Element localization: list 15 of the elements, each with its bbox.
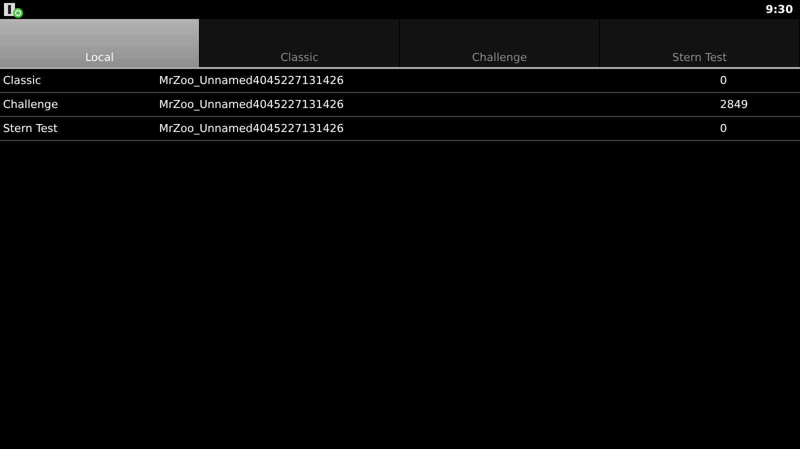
player-name: MrZoo_Unnamed4045227131426 — [159, 74, 345, 87]
player-name: MrZoo_Unnamed4045227131426 — [159, 122, 345, 135]
player-name: MrZoo_Unnamed4045227131426 — [159, 98, 345, 111]
score-value: 2849 — [720, 98, 748, 111]
tab[interactable]: Local — [0, 19, 200, 67]
clock-time: 9:30 — [766, 3, 793, 16]
mode-name: Stern Test — [2, 122, 59, 135]
score-value: 0 — [720, 122, 727, 135]
tab[interactable]: Classic — [200, 19, 400, 67]
tab[interactable]: Challenge — [400, 19, 600, 67]
app-notification-icon — [4, 2, 24, 18]
mode-name: Challenge — [2, 98, 59, 111]
mode-name: Classic — [2, 74, 42, 87]
tab[interactable]: Stern Test — [600, 19, 800, 67]
score-value: 0 — [720, 74, 727, 87]
